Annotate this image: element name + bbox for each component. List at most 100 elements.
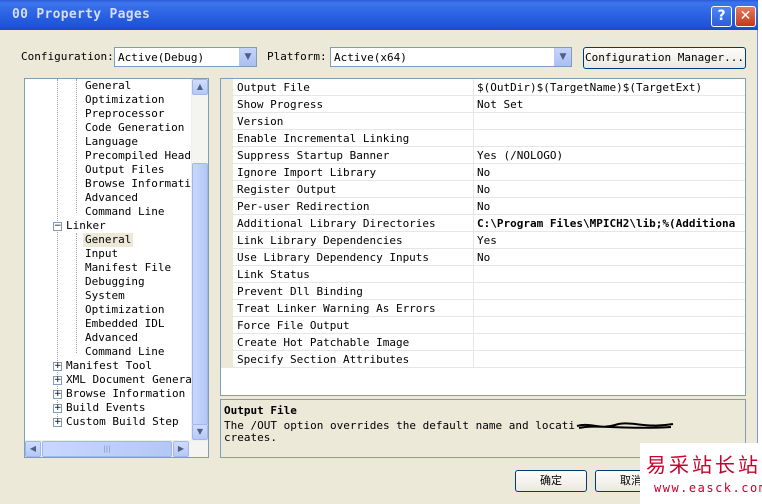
row-margin: [221, 266, 233, 283]
tree-item-build-events[interactable]: Build Events: [66, 401, 145, 415]
property-row[interactable]: Additional Library Directories C:\Program…: [221, 215, 745, 232]
property-row[interactable]: Prevent Dll Binding: [221, 283, 745, 300]
tree-item-advanced[interactable]: Advanced: [85, 191, 138, 205]
tree-item-general[interactable]: General: [85, 79, 131, 93]
tree-item-command-line[interactable]: Command Line: [85, 205, 164, 219]
property-value[interactable]: [473, 283, 745, 300]
property-row[interactable]: Show Progress Not Set: [221, 96, 745, 113]
property-value[interactable]: [473, 266, 745, 283]
scroll-right-icon[interactable]: ▶: [173, 441, 189, 457]
tree-item-optimization[interactable]: Optimization: [85, 93, 164, 107]
tree-horizontal-scrollbar[interactable]: ◀ ||| ▶: [25, 440, 208, 457]
row-margin: [221, 96, 233, 113]
property-name: Ignore Import Library: [237, 166, 377, 179]
chevron-down-icon[interactable]: ▼: [554, 48, 571, 66]
scroll-down-icon[interactable]: ▼: [192, 424, 208, 440]
tree-item-xml-document-generator[interactable]: XML Document Generato: [66, 373, 191, 387]
tree-item-code-generation[interactable]: Code Generation: [85, 121, 184, 135]
property-row[interactable]: Register Output No: [221, 181, 745, 198]
property-value[interactable]: C:\Program Files\MPICH2\lib;%(Additiona: [473, 215, 745, 232]
property-value[interactable]: No: [473, 198, 745, 215]
property-row[interactable]: Specify Section Attributes: [221, 351, 745, 368]
row-margin: [221, 300, 233, 317]
tree-item-linker-command-line[interactable]: Command Line: [85, 345, 164, 359]
tree-item-system[interactable]: System: [85, 289, 125, 303]
property-row[interactable]: Force File Output: [221, 317, 745, 334]
property-name: Treat Linker Warning As Errors: [237, 302, 436, 315]
property-row[interactable]: Link Status: [221, 266, 745, 283]
property-name: Per-user Redirection: [237, 200, 370, 213]
tree-item-output-files[interactable]: Output Files: [85, 163, 164, 177]
property-row[interactable]: Per-user Redirection No: [221, 198, 745, 215]
title-bar[interactable]: 00 Property Pages ? ✕: [0, 0, 758, 30]
property-value[interactable]: No: [473, 181, 745, 198]
collapse-icon[interactable]: −: [53, 222, 62, 231]
property-value[interactable]: [473, 334, 745, 351]
expand-icon[interactable]: +: [53, 418, 62, 427]
row-margin: [221, 283, 233, 300]
tree-item-linker[interactable]: Linker: [66, 219, 106, 233]
property-pages-dialog: 00 Property Pages ? ✕ Configuration: Act…: [0, 0, 758, 504]
property-name: Use Library Dependency Inputs: [237, 251, 430, 264]
property-row[interactable]: Output File $(OutDir)$(TargetName)$(Targe…: [221, 79, 745, 96]
property-row[interactable]: Use Library Dependency Inputs No: [221, 249, 745, 266]
property-name: Force File Output: [237, 319, 350, 332]
property-tree[interactable]: General Optimization Preprocessor Code G…: [24, 78, 209, 458]
property-row[interactable]: Treat Linker Warning As Errors: [221, 300, 745, 317]
tree-item-custom-build-step[interactable]: Custom Build Step: [66, 415, 179, 429]
vertical-scroll-thumb[interactable]: [192, 163, 208, 425]
expand-icon[interactable]: +: [53, 390, 62, 399]
property-value[interactable]: [473, 113, 745, 130]
tree-item-linker-general[interactable]: General: [83, 233, 134, 247]
property-value[interactable]: [473, 351, 745, 368]
configuration-dropdown[interactable]: Active(Debug) ▼: [114, 47, 257, 67]
property-row[interactable]: Suppress Startup Banner Yes (/NOLOGO): [221, 147, 745, 164]
horizontal-scroll-thumb[interactable]: |||: [42, 441, 172, 457]
expand-icon[interactable]: +: [53, 362, 62, 371]
description-text: The /OUT option overrides the default na…: [224, 420, 744, 444]
tree-item-language[interactable]: Language: [85, 135, 138, 149]
help-button[interactable]: ?: [711, 6, 732, 27]
property-value[interactable]: Yes (/NOLOGO): [473, 147, 745, 164]
tree-item-linker-advanced[interactable]: Advanced: [85, 331, 138, 345]
property-value[interactable]: Not Set: [473, 96, 745, 113]
property-value[interactable]: [473, 317, 745, 334]
description-title: Output File: [224, 404, 297, 417]
property-value[interactable]: $(OutDir)$(TargetName)$(TargetExt): [473, 79, 745, 96]
property-name: Create Hot Patchable Image: [237, 336, 410, 349]
platform-dropdown[interactable]: Active(x64) ▼: [330, 47, 572, 67]
property-value[interactable]: [473, 300, 745, 317]
chevron-down-icon[interactable]: ▼: [239, 48, 256, 66]
property-value[interactable]: [473, 130, 745, 147]
tree-item-embedded-idl[interactable]: Embedded IDL: [85, 317, 164, 331]
tree-item-browse-information[interactable]: Browse Informatio: [85, 177, 191, 191]
property-grid[interactable]: Output File $(OutDir)$(TargetName)$(Targe…: [220, 78, 746, 396]
tree-item-preprocessor[interactable]: Preprocessor: [85, 107, 164, 121]
tree-content: General Optimization Preprocessor Code G…: [25, 79, 191, 439]
property-value[interactable]: No: [473, 164, 745, 181]
property-value[interactable]: No: [473, 249, 745, 266]
property-row[interactable]: Link Library Dependencies Yes: [221, 232, 745, 249]
watermark: 易采站长站 www.easck.com: [640, 443, 762, 504]
expand-icon[interactable]: +: [53, 404, 62, 413]
property-row[interactable]: Ignore Import Library No: [221, 164, 745, 181]
tree-item-input[interactable]: Input: [85, 247, 118, 261]
row-margin: [221, 249, 233, 266]
tree-vertical-scrollbar[interactable]: ▲ ▼: [191, 79, 208, 440]
property-row[interactable]: Enable Incremental Linking: [221, 130, 745, 147]
ok-button[interactable]: 确定: [515, 470, 587, 492]
tree-item-linker-optimization[interactable]: Optimization: [85, 303, 164, 317]
configuration-manager-button[interactable]: Configuration Manager...: [583, 47, 746, 69]
tree-item-browse-information-tool[interactable]: Browse Information: [66, 387, 185, 401]
property-row[interactable]: Create Hot Patchable Image: [221, 334, 745, 351]
close-button[interactable]: ✕: [735, 6, 756, 27]
property-value[interactable]: Yes: [473, 232, 745, 249]
tree-item-debugging[interactable]: Debugging: [85, 275, 145, 289]
scroll-left-icon[interactable]: ◀: [25, 441, 41, 457]
expand-icon[interactable]: +: [53, 376, 62, 385]
scroll-up-icon[interactable]: ▲: [192, 79, 208, 95]
tree-item-precompiled-headers[interactable]: Precompiled Heade: [85, 149, 191, 163]
tree-item-manifest-file[interactable]: Manifest File: [85, 261, 171, 275]
property-row[interactable]: Version: [221, 113, 745, 130]
tree-item-manifest-tool[interactable]: Manifest Tool: [66, 359, 152, 373]
